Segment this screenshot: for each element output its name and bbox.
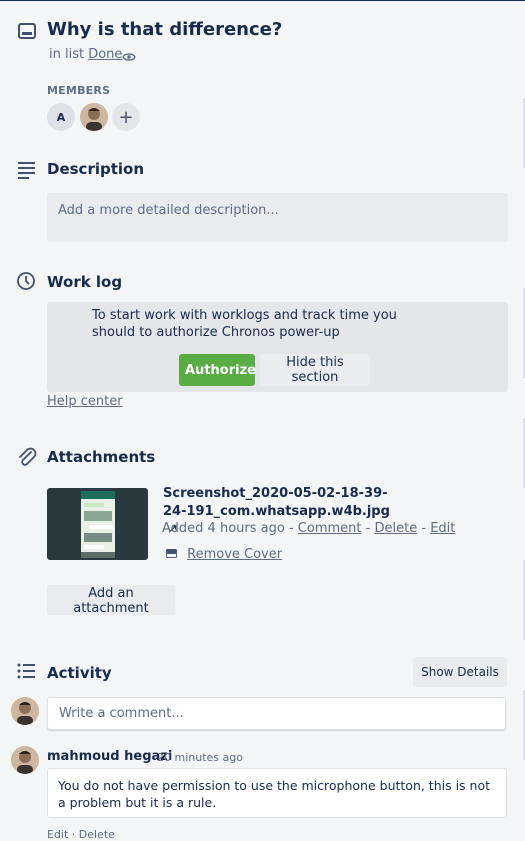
- comment-body: You do not have permission to use the mi…: [47, 768, 507, 818]
- attachments-heading: Attachments: [47, 448, 156, 466]
- list-info: in list Done: [49, 47, 122, 62]
- activity-icon: [16, 661, 38, 683]
- paperclip-icon: [16, 446, 38, 468]
- separator: -: [365, 521, 371, 536]
- member-avatar-photo[interactable]: [80, 103, 108, 131]
- separator: -: [421, 521, 427, 536]
- remove-cover-link[interactable]: Remove Cover: [187, 547, 282, 562]
- comment-input[interactable]: Write a comment...: [47, 697, 506, 730]
- thumbnail-phone-screenshot: [81, 491, 115, 558]
- members-label: MEMBERS: [47, 84, 111, 97]
- attachment-added-time: Added 4 hours ago: [162, 521, 285, 536]
- attachment-edit-link[interactable]: Edit: [430, 521, 455, 536]
- description-input[interactable]: Add a more detailed description...: [47, 193, 508, 242]
- clock-icon: [16, 271, 38, 293]
- card-icon: [16, 20, 38, 42]
- comment-author-name[interactable]: mahmoud hegazi: [47, 749, 172, 764]
- separator: -: [288, 521, 294, 536]
- help-center-link[interactable]: Help center: [47, 394, 123, 409]
- in-list-prefix: in list: [49, 47, 85, 62]
- description-icon: [16, 158, 38, 180]
- list-link[interactable]: Done: [88, 47, 122, 62]
- attachment-delete-link[interactable]: Delete: [374, 521, 417, 536]
- worklog-heading: Work log: [47, 273, 123, 291]
- attachment-meta: Added 4 hours ago - Comment - Delete - E…: [162, 521, 455, 536]
- card-title[interactable]: Why is that difference?: [47, 19, 282, 40]
- current-user-avatar: [11, 697, 39, 725]
- remove-cover-row[interactable]: Remove Cover: [166, 547, 282, 562]
- comment-timestamp[interactable]: 20 minutes ago: [157, 751, 243, 764]
- member-avatar-a[interactable]: A: [47, 103, 75, 131]
- add-attachment-button[interactable]: Add an attachment: [47, 585, 175, 616]
- activity-heading: Activity: [47, 664, 112, 682]
- show-details-button[interactable]: Show Details: [413, 657, 507, 687]
- eye-icon[interactable]: [122, 48, 136, 61]
- comment-author-avatar[interactable]: [11, 746, 39, 774]
- sidebar-edge: [521, 0, 525, 835]
- card-cover-icon: [166, 549, 177, 558]
- description-heading: Description: [47, 160, 145, 178]
- hide-section-button[interactable]: Hide this section: [260, 354, 370, 386]
- worklog-message: To start work with worklogs and track ti…: [92, 308, 397, 340]
- attachment-file-name-text[interactable]: Screenshot_2020-05-02-18-39-24-191_com.w…: [163, 486, 390, 519]
- add-member-button[interactable]: +: [112, 103, 140, 131]
- worklog-panel: To start work with worklogs and track ti…: [47, 302, 508, 392]
- attachment-comment-link[interactable]: Comment: [298, 521, 362, 536]
- attachment-thumbnail[interactable]: [47, 488, 148, 560]
- window-top-border: [0, 0, 525, 1]
- authorize-button[interactable]: Authorize: [179, 354, 256, 386]
